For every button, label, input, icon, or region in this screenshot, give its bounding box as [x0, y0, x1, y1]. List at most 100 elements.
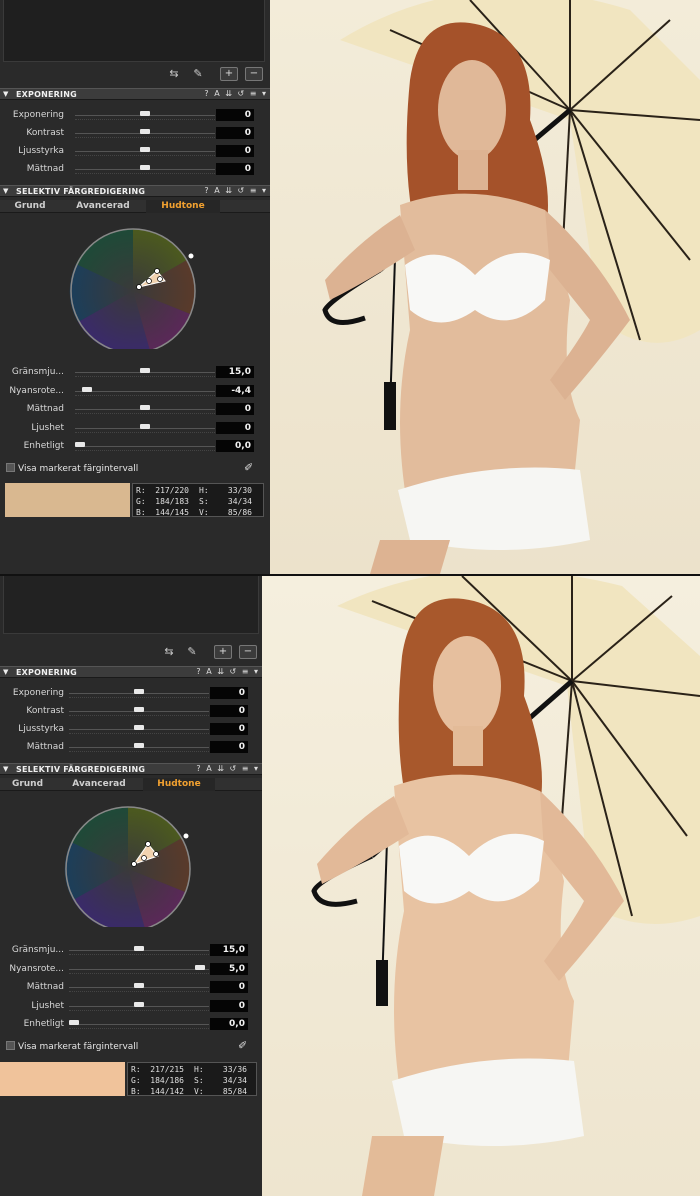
collapse-triangle-icon[interactable]: ▼ [3, 90, 8, 98]
slider-track[interactable] [75, 390, 215, 392]
color-picker-icon[interactable]: ✎ [190, 67, 206, 81]
auto-icon: A [206, 764, 212, 773]
slider-thumb[interactable] [140, 423, 150, 429]
add-button[interactable]: + [214, 645, 232, 659]
slider-track[interactable] [69, 968, 209, 970]
slider-value-field[interactable]: 0 [210, 705, 248, 717]
eyedropper-icon[interactable]: ✐ [238, 1039, 247, 1052]
eyedropper-icon[interactable]: ✐ [244, 461, 253, 474]
menu-icon: ≡ [249, 89, 257, 98]
exposure-slider-row: Mättnad 0 [0, 162, 270, 178]
slider-thumb[interactable] [140, 405, 150, 410]
slider-value-field[interactable]: 15,0 [216, 366, 254, 378]
slider-thumb[interactable] [140, 129, 150, 134]
remove-button[interactable]: − [239, 645, 257, 659]
collapse-triangle-icon[interactable]: ▼ [3, 187, 8, 195]
exposure-section-header[interactable]: ▼ EXPONERING ? A ⇊ ↺ ≡ ▾ [0, 666, 262, 678]
slider-value-field[interactable]: 0 [216, 421, 254, 434]
show-range-checkbox[interactable] [6, 463, 15, 472]
skin-tone-color-wheel[interactable]: ✿ [0, 214, 270, 362]
slider-ticks [69, 751, 209, 752]
slider-thumb[interactable] [75, 442, 85, 447]
slider-thumb[interactable] [134, 689, 144, 694]
menu-icon: ≡ [241, 764, 249, 773]
exposure-section-header[interactable]: ▼ EXPONERING ? A ⇊ ↺ ≡ ▾ [0, 88, 270, 100]
slider-thumb[interactable] [195, 964, 206, 970]
slider-thumb[interactable] [134, 983, 144, 988]
collapse-triangle-icon[interactable]: ▼ [3, 668, 8, 676]
tab-grund[interactable]: Grund [0, 778, 55, 791]
slider-value-field[interactable]: 0 [216, 127, 254, 139]
slider-label: Mättnad [26, 982, 64, 992]
section-icons[interactable]: ? A ⇊ ↺ ≡ ▾ [196, 764, 258, 773]
slider-value-field[interactable]: 0 [216, 163, 254, 175]
slider-value-field[interactable]: 0 [210, 687, 248, 699]
slider-thumb[interactable] [140, 147, 150, 152]
slider-value-field[interactable]: 0 [210, 999, 248, 1012]
green-value: G: 184/183 [136, 497, 189, 506]
adjust-sliders-icon[interactable]: ⇆ [166, 67, 182, 81]
reset-icon: ↺ [229, 764, 237, 773]
slider-thumb[interactable] [140, 165, 150, 170]
dropdown-icon: ▾ [253, 764, 258, 773]
skin-tone-color-wheel[interactable]: ✿ [0, 792, 262, 941]
slider-thumb[interactable] [69, 1020, 79, 1025]
color-info-readout: R: 217/215 G: 184/186 B: 144/142 H: 33/3… [127, 1062, 257, 1096]
slider-value-field[interactable]: 15,0 [210, 944, 248, 956]
slider-value-field[interactable]: 0 [216, 109, 254, 121]
tab-avancerad[interactable]: Avancerad [55, 778, 143, 791]
slider-value-field[interactable]: 0 [210, 981, 248, 993]
adjust-sliders-icon[interactable]: ⇆ [161, 645, 177, 659]
slider-label: Exponering [12, 110, 64, 120]
slider-label: Ljushet [31, 1000, 64, 1011]
slider-value-field[interactable]: 0,0 [210, 1018, 248, 1030]
color-picker-icon[interactable]: ✎ [184, 645, 200, 659]
slider-thumb[interactable] [140, 368, 150, 373]
slider-track[interactable] [69, 1024, 209, 1025]
slider-thumb[interactable] [134, 946, 144, 951]
show-range-row[interactable]: Visa markerat färgintervall [6, 1041, 138, 1053]
slider-ticks [75, 155, 215, 156]
slider-thumb[interactable] [81, 386, 92, 392]
wheel-hues [64, 806, 191, 932]
tool-row: ⇆ ✎ + − [0, 642, 262, 662]
slider-thumb[interactable] [134, 743, 144, 748]
slider-value-field[interactable]: 0 [210, 723, 248, 735]
range-handle [154, 268, 160, 274]
slider-value-field[interactable]: 0 [216, 403, 254, 415]
slider-thumb[interactable] [140, 111, 150, 116]
collapse-triangle-icon[interactable]: ▼ [3, 765, 8, 773]
section-icons[interactable]: ? A ⇊ ↺ ≡ ▾ [204, 186, 266, 195]
dropdown-icon: ▾ [253, 667, 258, 676]
section-icons[interactable]: ? A ⇊ ↺ ≡ ▾ [204, 89, 266, 98]
slider-thumb[interactable] [134, 1001, 144, 1007]
slider-value-field[interactable]: 0,0 [216, 440, 254, 452]
tab-avancerad[interactable]: Avancerad [60, 200, 146, 213]
tab-hudtone[interactable]: Hudtone [146, 200, 220, 213]
show-range-row[interactable]: Visa markerat färgintervall [6, 463, 138, 475]
value-value: V: 85/86 [199, 508, 252, 517]
color-section-header[interactable]: ▼ SELEKTIV FÄRGREDIGERING ? A ⇊ ↺ ≡ ▾ [0, 763, 262, 775]
add-button[interactable]: + [220, 67, 238, 81]
slider-value-field[interactable]: 5,0 [210, 962, 248, 975]
slider-value-field[interactable]: -4,4 [216, 384, 254, 397]
color-swatch [0, 1062, 125, 1096]
color-slider-row: Ljushet 0 [0, 421, 270, 437]
show-range-label: Visa markerat färgintervall [18, 464, 139, 474]
slider-value-field[interactable]: 0 [210, 741, 248, 753]
slider-ticks [69, 1009, 209, 1011]
blue-value: B: 144/145 [136, 508, 189, 517]
exposure-slider-row: Exponering 0 [0, 108, 270, 124]
show-range-checkbox[interactable] [6, 1041, 15, 1050]
slider-thumb[interactable] [134, 707, 144, 712]
slider-thumb[interactable] [134, 725, 144, 730]
section-icons[interactable]: ? A ⇊ ↺ ≡ ▾ [196, 667, 258, 676]
color-section-header[interactable]: ▼ SELEKTIV FÄRGREDIGERING ? A ⇊ ↺ ≡ ▾ [0, 185, 270, 197]
slider-value-field[interactable]: 0 [216, 145, 254, 157]
remove-button[interactable]: − [245, 67, 263, 81]
exposure-slider-row: Mättnad 0 [0, 740, 262, 756]
show-range-label: Visa markerat färgintervall [18, 1042, 139, 1052]
slider-track[interactable] [75, 446, 215, 447]
tab-grund[interactable]: Grund [0, 200, 60, 213]
tab-hudtone[interactable]: Hudtone [143, 778, 215, 791]
